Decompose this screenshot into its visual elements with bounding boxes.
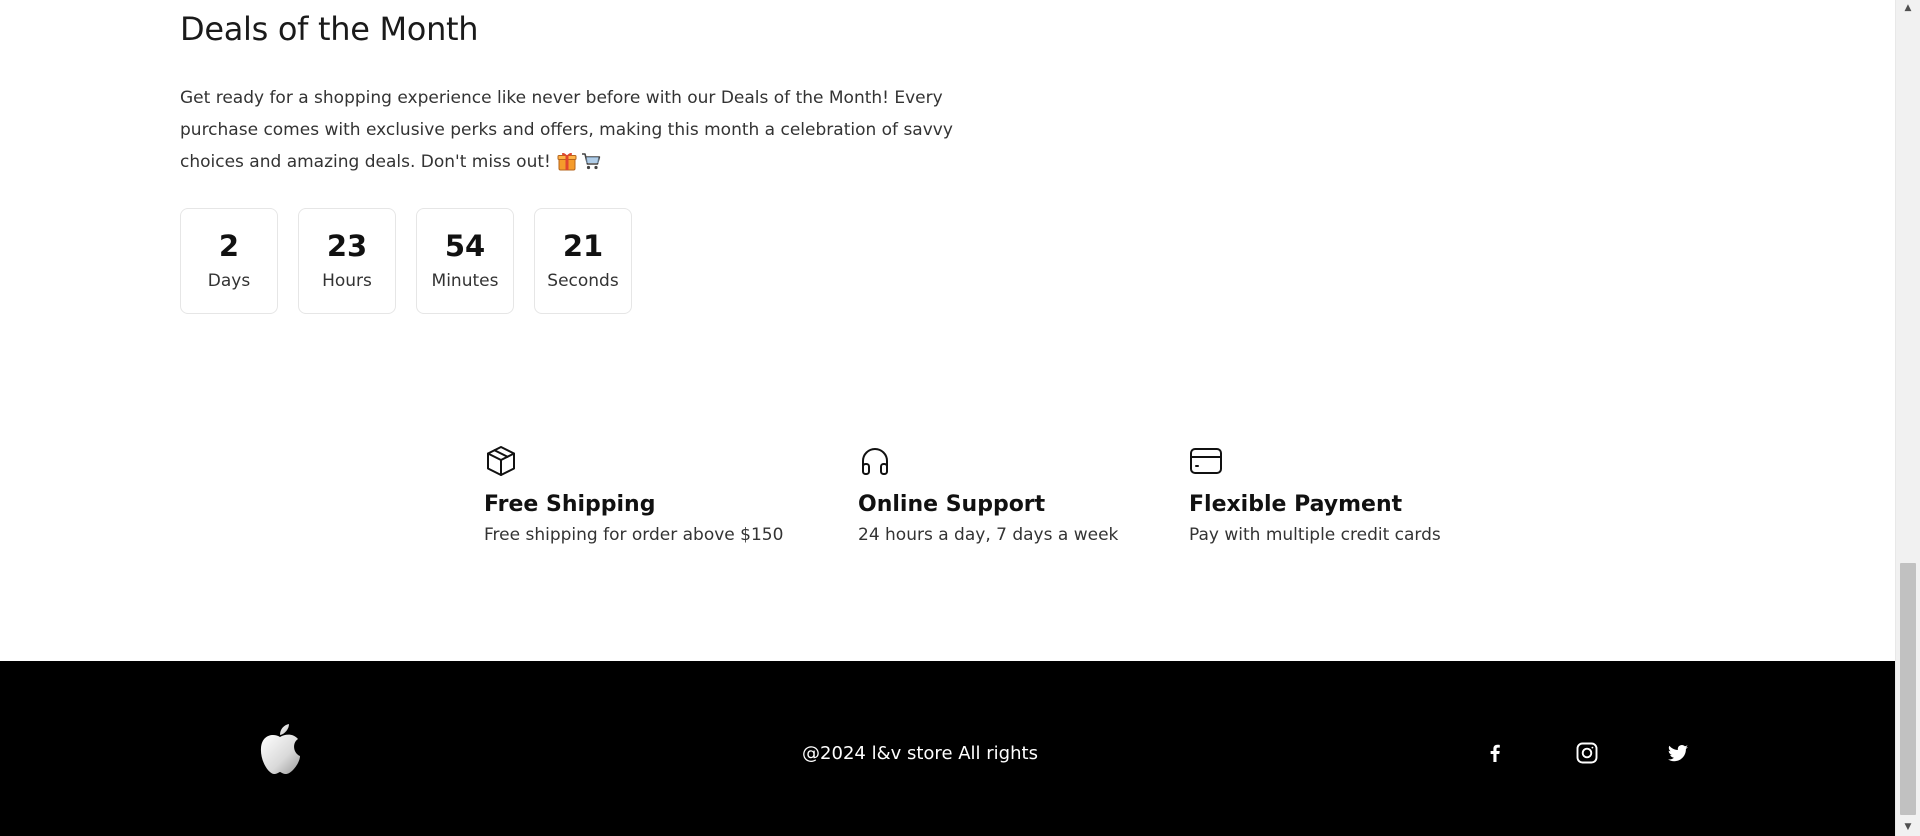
feature-title: Flexible Payment [1189, 492, 1403, 517]
headphones-icon [862, 448, 888, 475]
scrollbar-thumb[interactable] [1900, 563, 1916, 815]
feature-subtitle: Pay with multiple credit cards [1189, 525, 1441, 545]
countdown-days-value: 2 [218, 229, 240, 263]
countdown-minutes: 54 Minutes [416, 208, 514, 314]
feature-flexible-payment: Flexible Payment Pay with multiple credi… [1189, 444, 1441, 545]
footer: @2024 l&v store All rights [0, 661, 1895, 836]
shopping-cart-icon [581, 153, 601, 170]
deals-emoji-group [557, 151, 601, 171]
countdown-minutes-value: 54 [444, 229, 486, 263]
countdown-hours-value: 23 [326, 229, 368, 263]
instagram-icon[interactable] [1575, 741, 1599, 765]
scrollbar[interactable]: ▲ ▼ [1895, 0, 1920, 836]
scroll-down-arrow-icon[interactable]: ▼ [1896, 819, 1920, 836]
countdown-days: 2 Days [180, 208, 278, 314]
package-icon [487, 446, 515, 476]
credit-card-icon [1190, 448, 1222, 474]
deals-description: Get ready for a shopping experience like… [180, 82, 960, 178]
gift-icon [557, 153, 577, 171]
twitter-icon[interactable] [1666, 741, 1690, 765]
feature-subtitle: Free shipping for order above $150 [484, 525, 784, 545]
countdown-days-label: Days [207, 271, 251, 291]
feature-free-shipping: Free Shipping Free shipping for order ab… [484, 444, 783, 545]
scroll-up-arrow-icon[interactable]: ▲ [1896, 0, 1920, 17]
countdown-seconds: 21 Seconds [534, 208, 632, 314]
countdown-timer: 2 Days 23 Hours 54 Minutes 21 Seconds [180, 208, 632, 314]
page: Deals of the Month Get ready for a shopp… [0, 0, 1895, 836]
feature-subtitle: 24 hours a day, 7 days a week [858, 525, 1119, 545]
feature-title: Free Shipping [484, 492, 656, 517]
countdown-seconds-value: 21 [562, 229, 604, 263]
feature-online-support: Online Support 24 hours a day, 7 days a … [858, 444, 1118, 545]
countdown-seconds-label: Seconds [547, 271, 619, 291]
countdown-hours: 23 Hours [298, 208, 396, 314]
feature-title: Online Support [858, 492, 1046, 517]
deals-title: Deals of the Month [180, 10, 479, 48]
footer-copyright: @2024 l&v store All rights [802, 743, 1038, 764]
countdown-hours-label: Hours [322, 271, 372, 291]
countdown-minutes-label: Minutes [431, 271, 499, 291]
facebook-icon[interactable] [1483, 741, 1507, 765]
